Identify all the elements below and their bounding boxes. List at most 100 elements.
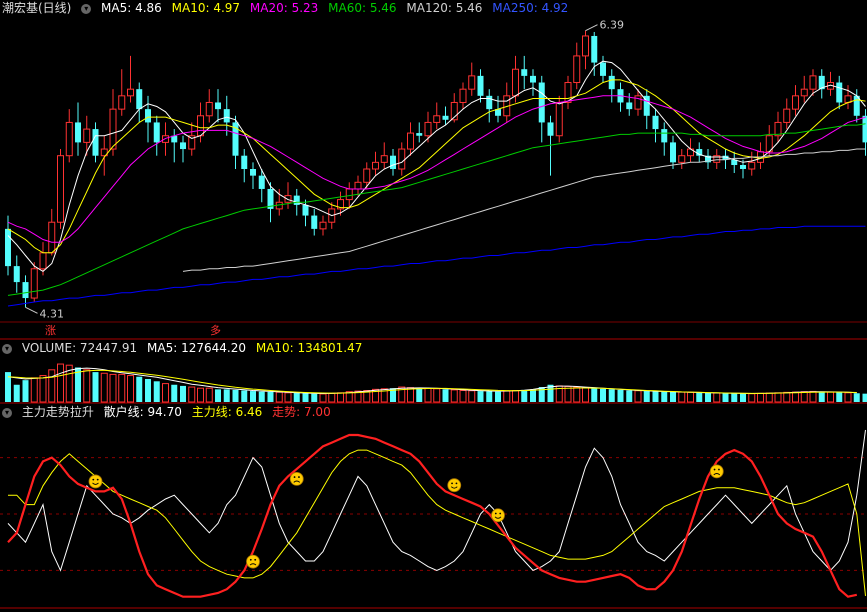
volume-bar — [530, 389, 536, 402]
volume-bar — [468, 390, 476, 403]
volume-bar — [696, 392, 703, 402]
sad-face-icon — [289, 471, 304, 486]
candle-body — [363, 168, 371, 183]
low-price-label: 4.31 — [40, 307, 65, 320]
candle — [731, 151, 738, 173]
candle-body — [311, 215, 318, 229]
candle-body — [345, 188, 353, 201]
volume-bar — [774, 392, 782, 403]
collapse-toggle-icon[interactable]: ▾ — [2, 407, 12, 418]
volume-bar — [608, 389, 615, 402]
candle-body — [241, 155, 248, 169]
ma5-value: MA5: 4.86 — [101, 1, 162, 15]
volume-bar — [13, 384, 20, 402]
candle-body — [390, 155, 396, 169]
candle — [180, 135, 186, 163]
candle — [433, 102, 441, 130]
volume-bar — [495, 391, 501, 402]
candle-body — [109, 108, 117, 150]
candle-body — [416, 133, 423, 136]
candle-body — [626, 102, 633, 110]
face-eye — [451, 482, 453, 485]
candle-body — [223, 109, 230, 123]
candle-body — [748, 161, 756, 170]
face-eye — [713, 468, 716, 471]
candle — [792, 85, 799, 116]
volume-bar — [30, 377, 38, 403]
volume-bar — [705, 392, 711, 402]
volume-bar — [818, 391, 825, 402]
collapse-toggle-icon[interactable]: ▾ — [2, 343, 12, 354]
volume-bar — [267, 391, 274, 402]
candle-body — [468, 75, 476, 90]
candle — [573, 42, 581, 90]
volume-bar — [118, 373, 126, 403]
candle — [205, 89, 213, 123]
volume-bar — [740, 393, 746, 402]
volume-bar — [827, 391, 834, 403]
candle-body — [809, 75, 817, 90]
candle-body — [477, 75, 484, 96]
candle — [319, 215, 327, 236]
candle-body — [83, 128, 91, 143]
duo-signal-label: 多 — [210, 323, 221, 337]
candle — [757, 142, 764, 169]
candle-body — [608, 75, 615, 90]
candle — [284, 182, 292, 209]
volume-bar — [57, 363, 64, 403]
candle-body — [145, 109, 151, 123]
candle-body — [661, 129, 668, 143]
candle-body — [670, 142, 676, 163]
volume-bar — [197, 387, 204, 403]
candle-body — [433, 115, 441, 123]
volume-bar — [407, 387, 414, 403]
volume-bar — [617, 389, 624, 402]
candle — [311, 208, 318, 236]
candle-body — [75, 122, 81, 143]
candle — [380, 142, 388, 169]
candle — [827, 71, 834, 96]
candle — [836, 75, 843, 110]
candle — [100, 135, 108, 176]
volume-bar — [205, 387, 213, 403]
candle — [136, 82, 143, 123]
volume-bar — [188, 386, 196, 403]
volume-bar — [424, 387, 432, 403]
volume-bar — [486, 391, 493, 402]
candle-body — [600, 62, 606, 76]
volume-bar — [512, 390, 519, 403]
trend-value: 走势: 7.00 — [272, 405, 331, 419]
candle — [468, 62, 476, 96]
volume-bar — [600, 388, 606, 402]
face-eye — [298, 476, 300, 478]
candle-body — [862, 115, 867, 143]
volume-bar — [250, 391, 256, 402]
volume-bar — [136, 376, 143, 402]
candle-body — [136, 89, 143, 110]
candle — [538, 75, 545, 143]
candle — [477, 69, 484, 103]
candle — [171, 129, 178, 163]
volume-bar — [862, 393, 867, 402]
ma250-value: MA250: 4.92 — [492, 1, 569, 15]
volume-bar — [809, 390, 817, 403]
candle — [600, 55, 606, 83]
face-circle — [709, 464, 724, 479]
candle — [241, 149, 248, 183]
ma20-value: MA20: 5.23 — [249, 1, 319, 15]
volume-bar — [643, 391, 650, 402]
volume-bar — [678, 391, 686, 403]
ma60-value: MA60: 5.46 — [328, 1, 397, 15]
volume-bar — [564, 385, 572, 403]
candle — [486, 89, 493, 123]
volume-bar — [22, 380, 29, 402]
volume-bar — [661, 391, 668, 402]
volume-bar — [836, 392, 843, 402]
volume-bar — [844, 392, 852, 403]
volume-bar — [241, 390, 248, 402]
volume-panel-header: ▾ VOLUME: 72447.91 MA5: 127644.20 MA10: … — [2, 340, 368, 356]
volume-bar — [275, 391, 283, 403]
candle — [442, 106, 449, 126]
collapse-toggle-icon[interactable]: ▾ — [81, 3, 92, 14]
candle — [188, 122, 196, 156]
